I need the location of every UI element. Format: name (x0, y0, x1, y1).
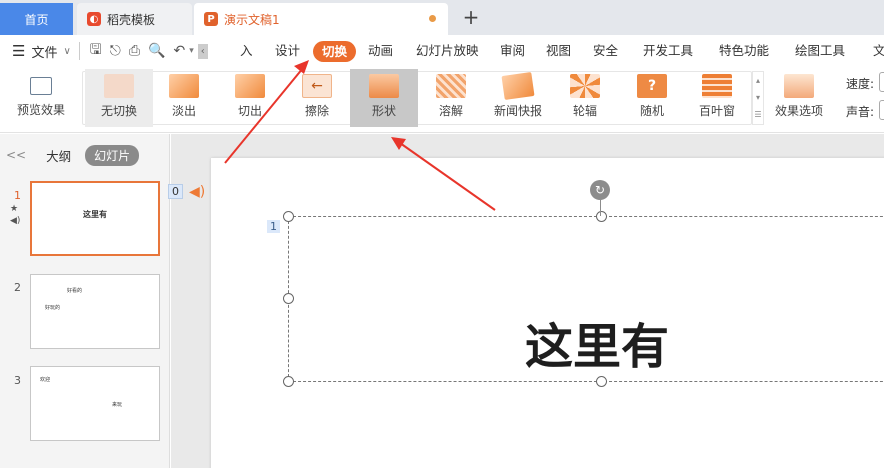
annotation-arrow-2 (399, 142, 496, 211)
arrowhead (391, 137, 406, 150)
annotation-arrows (224, 60, 496, 211)
arrowhead (294, 60, 309, 74)
annotation-arrow-1 (224, 67, 304, 164)
